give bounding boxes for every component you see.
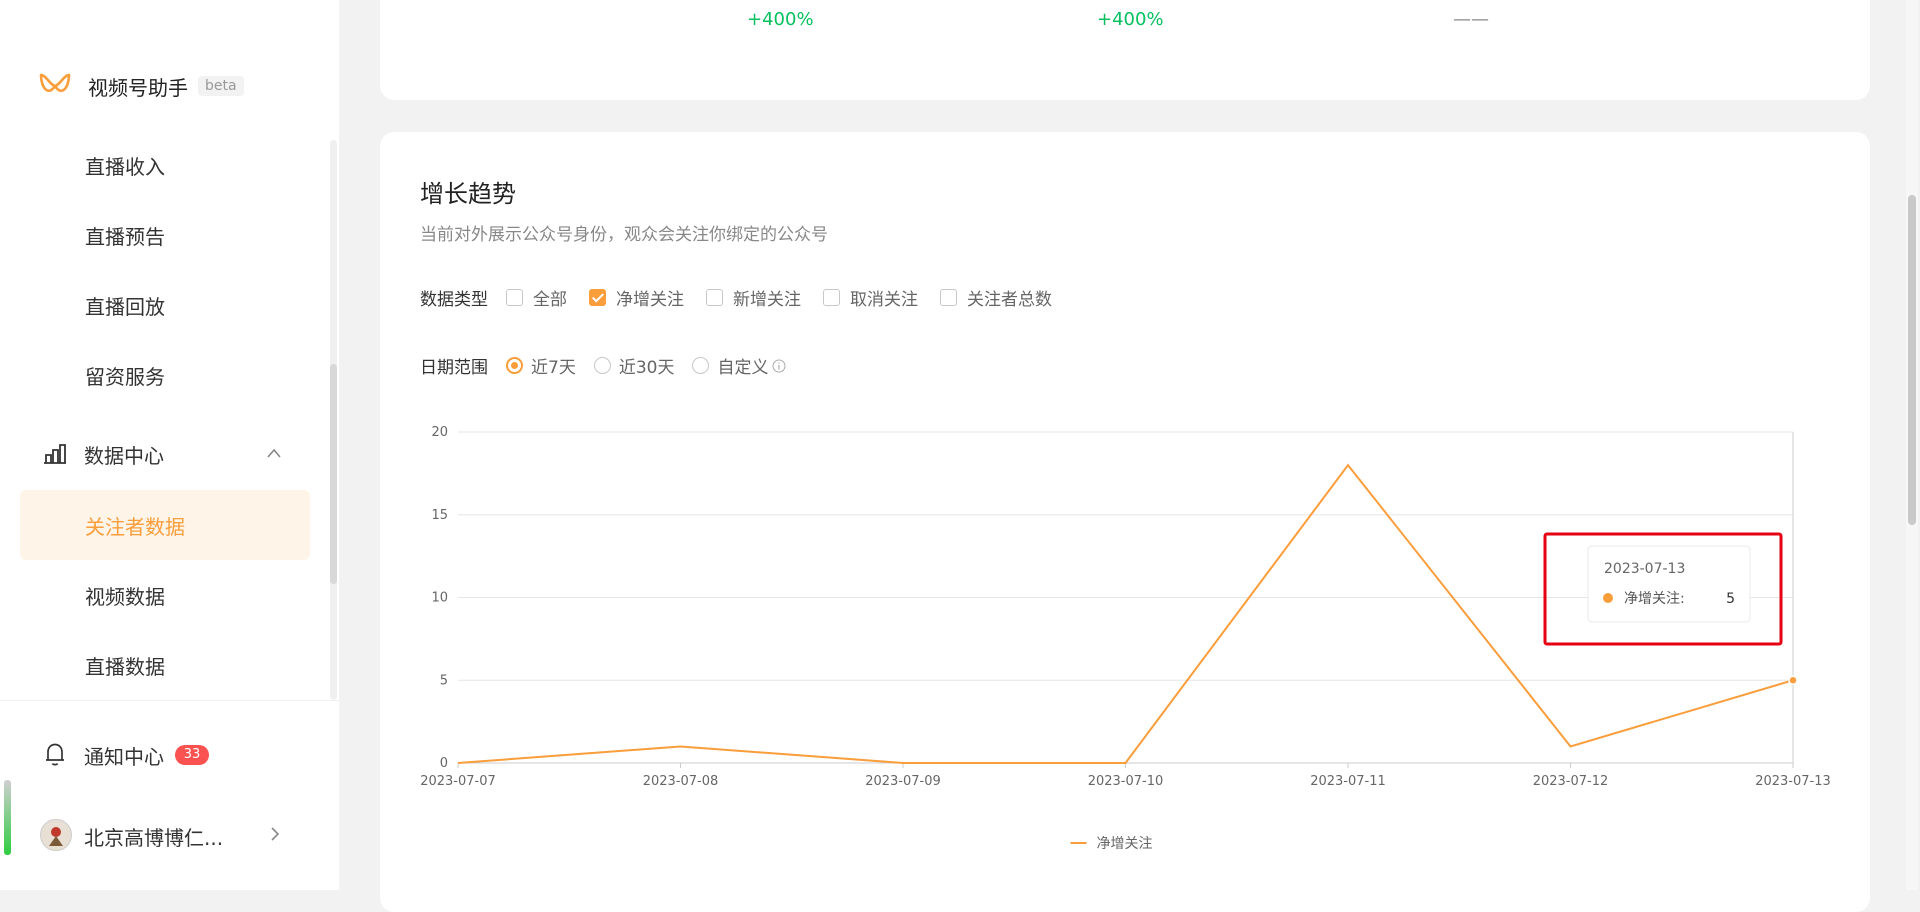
menu-item-label: 直播回放 bbox=[85, 294, 165, 319]
sidebar-divider bbox=[0, 700, 339, 701]
chart-legend[interactable]: 净增关注 bbox=[1070, 836, 1153, 852]
menu-item-follower-data[interactable]: 关注者数据 bbox=[20, 490, 310, 560]
window-edge-indicator bbox=[4, 780, 11, 855]
menu-item-label: 直播预告 bbox=[85, 224, 165, 249]
growth-trend-card: 增长趋势 当前对外展示公众号身份，观众会关注你绑定的公众号 数据类型 全部 净增… bbox=[380, 132, 1870, 912]
notification-label: 通知中心 bbox=[84, 744, 164, 769]
chevron-up-icon bbox=[267, 448, 281, 458]
app-header[interactable]: 视频号助手 beta bbox=[38, 66, 244, 106]
sidebar: 视频号助手 beta 直播收入 直播预告 直播回放 留资服务 数据中心 关注者数… bbox=[0, 0, 339, 890]
y-tick-label: 0 bbox=[440, 756, 448, 771]
app-name: 视频号助手 bbox=[88, 75, 188, 100]
legend-label: 净增关注 bbox=[1097, 836, 1153, 852]
y-tick-label: 10 bbox=[431, 591, 448, 606]
bell-icon bbox=[46, 743, 64, 766]
stat-change: +400% bbox=[1097, 9, 1164, 30]
menu-item-label: 直播收入 bbox=[85, 154, 165, 179]
x-tick-label: 2023-07-07 bbox=[420, 774, 496, 789]
avatar-image-icon bbox=[41, 820, 71, 850]
x-tick-label: 2023-07-09 bbox=[865, 774, 941, 789]
chevron-right-icon bbox=[271, 827, 280, 841]
x-tick-label: 2023-07-12 bbox=[1533, 774, 1609, 789]
stat-change: —— bbox=[1453, 9, 1489, 30]
y-tick-label: 5 bbox=[440, 673, 448, 688]
menu-item-label: 直播数据 bbox=[85, 654, 165, 679]
y-axis-ticks: 0 5 10 15 20 bbox=[431, 425, 448, 771]
x-tick-label: 2023-07-08 bbox=[643, 774, 719, 789]
x-tick-label: 2023-07-11 bbox=[1310, 774, 1386, 789]
account-switcher[interactable]: 北京高博博仁... bbox=[0, 805, 339, 865]
menu-item-lead-service[interactable]: 留资服务 bbox=[20, 340, 310, 410]
stat-change: +400% bbox=[747, 9, 814, 30]
tooltip-series-label: 净增关注: bbox=[1624, 591, 1685, 607]
menu-item-live-data[interactable]: 直播数据 bbox=[20, 630, 310, 700]
menu-group-label: 数据中心 bbox=[84, 443, 164, 468]
menu-item-label: 关注者数据 bbox=[85, 514, 185, 539]
notification-center[interactable]: 通知中心 33 bbox=[0, 725, 339, 785]
menu-item-live-preview[interactable]: 直播预告 bbox=[20, 200, 310, 270]
tooltip-date: 2023-07-13 bbox=[1604, 561, 1685, 577]
menu-item-label: 留资服务 bbox=[85, 364, 165, 389]
y-tick-label: 20 bbox=[431, 425, 448, 440]
x-axis-ticks: 2023-07-07 2023-07-08 2023-07-09 2023-07-10… bbox=[420, 763, 1831, 789]
sidebar-scrollbar-thumb[interactable] bbox=[330, 364, 337, 584]
tooltip-value: 5 bbox=[1726, 591, 1735, 607]
menu-item-live-replay[interactable]: 直播回放 bbox=[20, 270, 310, 340]
menu-item-video-data[interactable]: 视频数据 bbox=[20, 560, 310, 630]
tooltip-series-dot bbox=[1603, 593, 1613, 603]
page-scrollbar-thumb[interactable] bbox=[1908, 195, 1916, 525]
summary-card: +400% +400% —— bbox=[380, 0, 1870, 100]
notification-count-badge: 33 bbox=[175, 745, 209, 765]
account-name: 北京高博博仁... bbox=[84, 826, 224, 850]
x-tick-label: 2023-07-13 bbox=[1755, 774, 1831, 789]
chart-tooltip: 2023-07-13 净增关注: 5 bbox=[1543, 532, 1783, 646]
growth-line-chart: 05101520 2023-07-07 2023-07-08 2023-07-09 2… bbox=[420, 425, 1831, 852]
avatar bbox=[40, 819, 72, 851]
menu-item-label: 视频数据 bbox=[85, 584, 165, 609]
x-tick-label: 2023-07-10 bbox=[1088, 774, 1164, 789]
menu-item-live-income[interactable]: 直播收入 bbox=[20, 130, 310, 200]
channels-logo-icon bbox=[39, 73, 71, 92]
menu-group-data-center[interactable]: 数据中心 bbox=[0, 419, 339, 489]
bar-chart-icon bbox=[44, 444, 66, 464]
y-tick-label: 15 bbox=[431, 508, 448, 523]
data-point bbox=[1788, 675, 1798, 685]
beta-badge: beta bbox=[198, 76, 244, 96]
tooltip-panel bbox=[1587, 545, 1751, 623]
